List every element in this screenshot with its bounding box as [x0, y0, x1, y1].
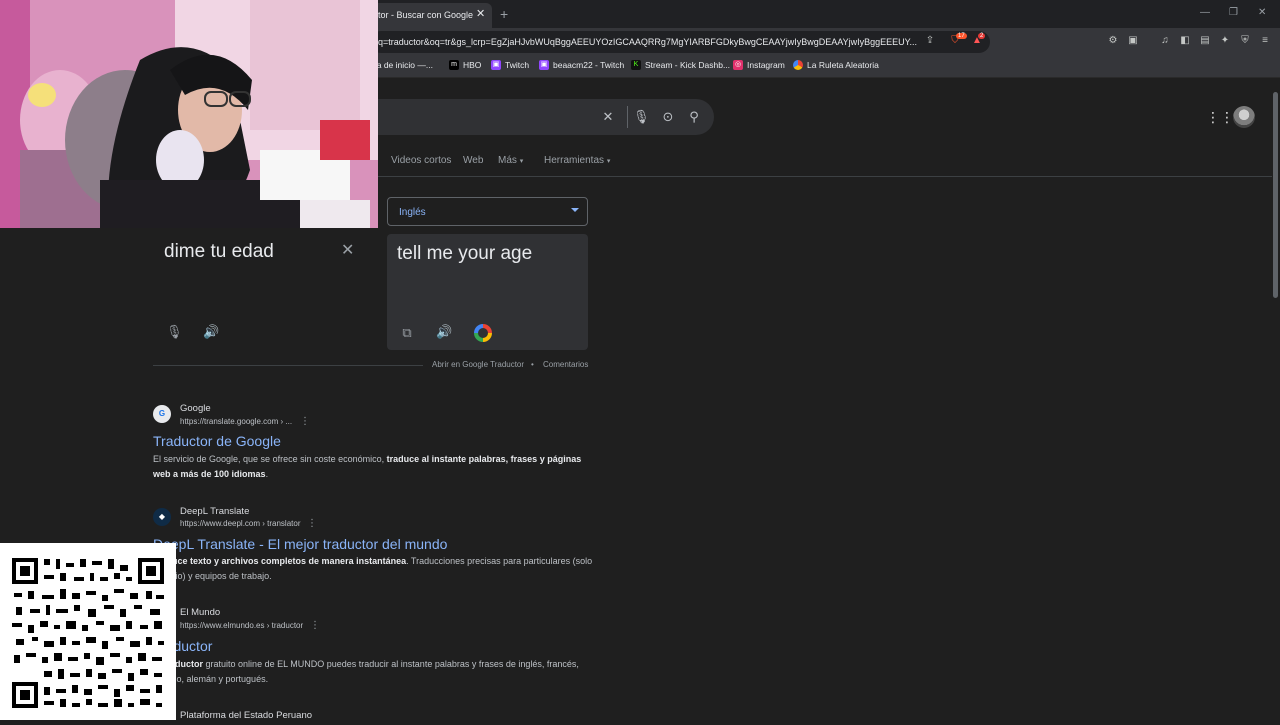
bookmark-label: Instagram	[747, 60, 785, 70]
caret-down-icon: ▾	[519, 158, 524, 165]
deepl-icon: ◆	[153, 508, 171, 526]
lens-icon[interactable]: ⊙	[660, 109, 676, 125]
maximize-icon[interactable]: ❐	[1229, 7, 1238, 18]
bookmark-label: HBO	[463, 60, 482, 70]
result-url[interactable]: https://www.elmundo.es › traductor	[180, 621, 303, 630]
mic-icon[interactable]: 🎙	[633, 109, 650, 125]
bookmark-home[interactable]: na de inicio —...	[372, 60, 433, 70]
clear-search-icon[interactable]: ✕	[600, 109, 616, 125]
bookmark-label: na de inicio —...	[372, 60, 433, 70]
result-snippet: El servicio de Google, que se ofrece sin…	[153, 452, 593, 482]
screenshot-icon[interactable]: ▣	[1127, 35, 1139, 47]
twitch-icon: ▣	[539, 60, 549, 70]
leo-ai-icon[interactable]: ✦	[1219, 35, 1231, 47]
bookmark-label: Stream - Kick Dashb...	[645, 60, 731, 70]
bookmark-label: La Ruleta Aleatoria	[807, 60, 879, 70]
more-options-icon[interactable]: ⋮	[310, 620, 320, 631]
snippet-text: .	[265, 469, 269, 479]
result-site[interactable]: DeepL Translate	[180, 506, 249, 517]
webcam-image	[0, 0, 378, 228]
wheel-icon	[793, 60, 803, 70]
feedback-link[interactable]: Comentarios	[543, 360, 588, 369]
footer-separator: •	[531, 360, 534, 369]
result-url[interactable]: https://www.deepl.com › translator	[180, 519, 301, 528]
widget-divider	[153, 365, 423, 366]
speaker-icon[interactable]: 🔊	[436, 324, 452, 340]
minimize-icon[interactable]: —	[1200, 7, 1210, 18]
tab-title: tor - Buscar con Google	[378, 10, 474, 20]
bookmark-twitch[interactable]: ▣ Twitch	[491, 60, 529, 70]
bookmark-instagram[interactable]: ◎ Instagram	[733, 60, 785, 70]
music-icon[interactable]: ♫	[1159, 35, 1171, 47]
result-title[interactable]: Traductor de Google	[153, 433, 281, 449]
filter-mas[interactable]: Más ▾	[498, 155, 523, 166]
result-site[interactable]: Plataforma del Estado Peruano	[180, 710, 312, 721]
copy-icon[interactable]: ⧉	[399, 325, 415, 341]
vpn-icon[interactable]: ⛨	[1239, 35, 1251, 47]
google-logo-icon[interactable]	[474, 324, 492, 342]
result-snippet: Traduce texto y archivos completos de ma…	[153, 554, 593, 584]
google-translate-icon: G	[153, 405, 171, 423]
menu-icon[interactable]: ≡	[1259, 35, 1271, 47]
address-bar[interactable]: q=traductor&oq=tr&gs_lcrp=EgZjaHJvbWUqBg…	[370, 31, 990, 53]
browser-tab[interactable]: tor - Buscar con Google	[370, 3, 492, 28]
instagram-icon: ◎	[733, 60, 743, 70]
close-window-icon[interactable]: ✕	[1258, 7, 1266, 18]
scrollbar-thumb[interactable]	[1273, 92, 1278, 298]
qr-code-image	[0, 543, 176, 720]
result-title[interactable]: DeepL Translate - El mejor traductor del…	[153, 536, 447, 552]
target-language-label: Inglés	[399, 207, 426, 218]
bookmark-hbo[interactable]: m HBO	[449, 60, 481, 70]
caret-down-icon: ▾	[606, 158, 611, 165]
webcam-overlay	[0, 0, 378, 228]
bookmark-label: Twitch	[505, 60, 530, 70]
clear-source-icon[interactable]: ✕	[341, 240, 354, 260]
qr-code	[0, 543, 176, 720]
target-language-select[interactable]: Inglés	[387, 197, 588, 226]
filter-herramientas[interactable]: Herramientas ▾	[544, 155, 610, 166]
search-divider	[627, 106, 628, 128]
snippet-bold: Traduce texto y archivos completos de ma…	[153, 556, 407, 566]
twitch-icon: ▣	[491, 60, 501, 70]
sidebar-icon[interactable]: ◧	[1179, 35, 1191, 47]
result-url[interactable]: https://translate.google.com › ...	[180, 417, 292, 426]
url-text: q=traductor&oq=tr&gs_lcrp=EgZjaHJvbWUqBg…	[378, 37, 917, 47]
bookmark-beaacm22[interactable]: ▣ beaacm22 - Twitch	[539, 60, 624, 70]
search-icon[interactable]: ⚲	[686, 109, 702, 125]
speaker-icon[interactable]: 🔊	[203, 324, 219, 340]
wallet-icon[interactable]: ▤	[1199, 35, 1211, 47]
result-site[interactable]: El Mundo	[180, 607, 220, 618]
shield-badge: 17	[956, 33, 967, 39]
bookmark-label: beaacm22 - Twitch	[553, 60, 625, 70]
share-icon[interactable]: ⇪	[924, 35, 936, 47]
snippet-text: gratuito online de EL MUNDO puedes tradu…	[153, 659, 579, 684]
filter-videos-cortos[interactable]: Videos cortos	[391, 155, 451, 166]
source-text[interactable]: dime tu edad	[164, 241, 274, 263]
bookmark-kick[interactable]: K Stream - Kick Dashb...	[631, 60, 730, 70]
kick-icon: K	[631, 60, 641, 70]
filter-web[interactable]: Web	[463, 155, 483, 166]
new-tab-icon[interactable]: +	[500, 6, 508, 22]
result-site[interactable]: Google	[180, 403, 211, 414]
translated-text: tell me your age	[397, 243, 533, 264]
avatar[interactable]	[1233, 106, 1255, 128]
hbo-icon: m	[449, 60, 459, 70]
result-snippet: El traductor gratuito online de EL MUNDO…	[153, 657, 593, 687]
filter-herramientas-label: Herramientas	[544, 155, 605, 166]
more-options-icon[interactable]: ⋮	[307, 518, 317, 529]
apps-grid-icon[interactable]: ⋮⋮⋮	[1206, 110, 1248, 124]
dropdown-caret-icon	[571, 208, 579, 212]
tab-close-icon[interactable]: ✕	[476, 7, 485, 20]
bookmark-ruleta[interactable]: La Ruleta Aleatoria	[793, 60, 879, 70]
open-translate-link[interactable]: Abrir en Google Traductor	[432, 360, 524, 369]
extensions-icon[interactable]: ⚙	[1107, 35, 1119, 47]
mic-icon[interactable]: 🎙	[166, 324, 183, 340]
filter-mas-label: Más	[498, 155, 517, 166]
more-options-icon[interactable]: ⋮	[300, 416, 310, 427]
snippet-text: El servicio de Google, que se ofrece sin…	[153, 454, 387, 464]
